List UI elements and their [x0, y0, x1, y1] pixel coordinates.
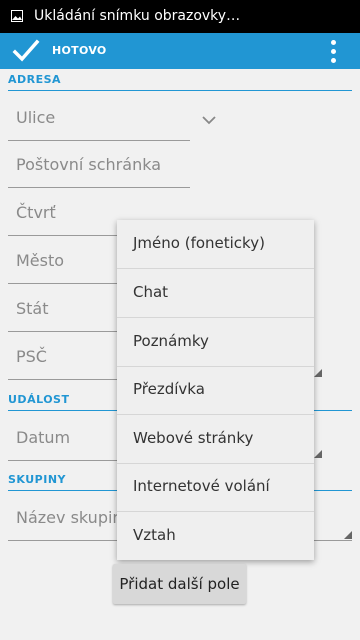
chevron-down-icon[interactable] [202, 114, 216, 126]
group-name-placeholder: Název skupiny [16, 508, 133, 527]
menu-item-internet-call[interactable]: Internetové volání [117, 463, 314, 512]
menu-item-label: Jméno (foneticky) [133, 234, 265, 252]
menu-item-chat[interactable]: Chat [117, 269, 314, 318]
po-box-placeholder: Poštovní schránka [16, 155, 161, 174]
menu-item-label: Poznámky [133, 332, 209, 350]
city-placeholder: Město [16, 251, 65, 270]
po-box-field[interactable]: Poštovní schránka [8, 143, 190, 188]
menu-item-label: Webové stránky [133, 429, 254, 447]
add-field-popup-menu: Jméno (foneticky) Chat Poznámky Přezdívk… [117, 220, 314, 560]
menu-item-label: Přezdívka [133, 380, 205, 398]
spinner-corner-indicator [344, 531, 352, 539]
spinner-corner-indicator [314, 369, 322, 377]
street-placeholder: Ulice [16, 108, 56, 127]
done-button[interactable]: HOTOVO [0, 33, 120, 69]
section-header-address: ADRESA [8, 73, 352, 91]
menu-item-label: Vztah [133, 526, 176, 544]
add-field-button-label: Přidat další pole [119, 575, 240, 593]
neighborhood-placeholder: Čtvrť [16, 203, 56, 222]
status-text: Ukládání snímku obrazovky… [34, 8, 241, 24]
action-bar: HOTOVO [0, 33, 360, 69]
overflow-menu-icon[interactable] [322, 37, 346, 65]
picture-icon [11, 10, 23, 22]
menu-item-phonetic-name[interactable]: Jméno (foneticky) [117, 220, 314, 269]
menu-item-label: Internetové volání [133, 477, 270, 495]
date-placeholder: Datum [16, 428, 71, 447]
street-field[interactable]: Ulice [8, 96, 190, 141]
checkmark-icon [12, 39, 40, 62]
state-placeholder: Stát [16, 299, 49, 318]
menu-item-label: Chat [133, 283, 169, 301]
add-field-button[interactable]: Přidat další pole [113, 564, 246, 604]
spinner-corner-indicator [314, 450, 322, 458]
menu-item-notes[interactable]: Poznámky [117, 318, 314, 367]
menu-item-relation[interactable]: Vztah [117, 512, 314, 560]
status-bar: Ukládání snímku obrazovky… [0, 0, 360, 33]
zip-placeholder: PSČ [16, 347, 47, 366]
menu-item-nickname[interactable]: Přezdívka [117, 366, 314, 415]
done-label: HOTOVO [52, 44, 107, 57]
menu-item-website[interactable]: Webové stránky [117, 415, 314, 464]
